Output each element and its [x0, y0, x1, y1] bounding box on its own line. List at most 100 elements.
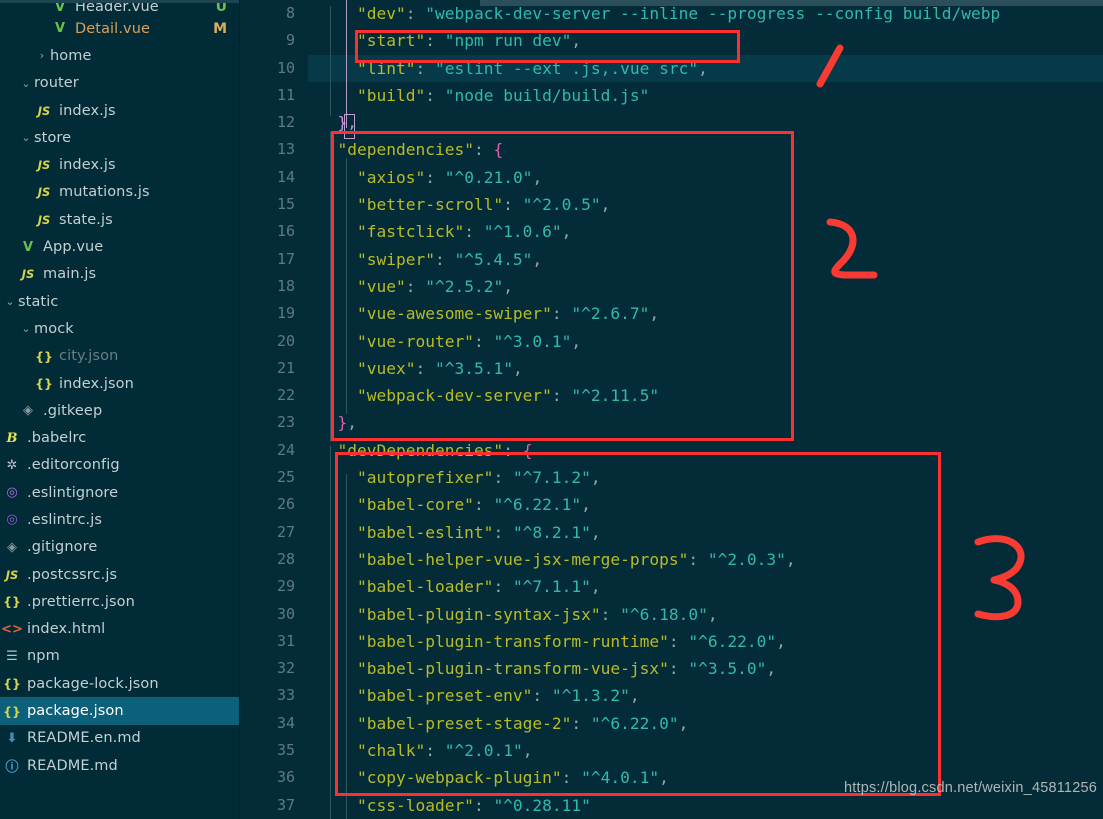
code-line[interactable]: "better-scroll": "^2.0.5",	[308, 191, 1103, 218]
code-token: "^3.0.1"	[493, 331, 572, 351]
line-number: 9	[285, 31, 295, 50]
file-tree[interactable]: V Header.vue U V Detail.vue M › home ⌄ router JS in…	[0, 0, 239, 779]
code-token: "start"	[356, 31, 426, 51]
tree-item-postcssrc-js[interactable]: JS .postcssrc.js	[0, 561, 239, 588]
code-token: :	[688, 549, 708, 569]
code-editor[interactable]: 8 9 10 11 12 13 14 15 16 17 18 19 20 21 22 23 24 25 26 27 28…	[240, 0, 1103, 819]
js-icon: JS	[37, 212, 51, 227]
tree-item-readme-en-md[interactable]: ⬇ README.en.md	[0, 725, 239, 752]
code-token: ,	[600, 195, 611, 215]
code-token: "^2.0.5"	[522, 195, 601, 215]
chevron-down-icon[interactable]: ⌄	[18, 322, 34, 335]
code-content[interactable]: "dev": "webpack-dev-server --inline --pr…	[308, 0, 1103, 819]
tree-item-index-js[interactable]: JS index.js	[0, 97, 239, 124]
tree-item-gitignore[interactable]: ◈ .gitignore	[0, 534, 239, 561]
code-line[interactable]: "start": "npm run dev",	[308, 27, 1103, 54]
tree-item-readme-md[interactable]: ⓘ README.md	[0, 752, 239, 779]
code-token: :	[425, 167, 445, 187]
tree-item-index-js[interactable]: JS index.js	[0, 151, 239, 178]
code-line[interactable]: "build": "node build/build.js"	[308, 82, 1103, 109]
code-line[interactable]: "babel-preset-env": "^1.3.2",	[308, 682, 1103, 709]
tree-item-label: index.js	[59, 157, 116, 174]
tree-item-eslintignore[interactable]: ◎ .eslintignore	[0, 479, 239, 506]
tree-item-router[interactable]: ⌄ router	[0, 70, 239, 97]
code-token: "babel-eslint"	[356, 522, 494, 542]
tree-item-label: Detail.vue	[75, 20, 151, 37]
code-line[interactable]: "lint": "eslint --ext .js,.vue src",	[308, 54, 1103, 82]
code-token: "babel-core"	[356, 495, 474, 515]
tree-item-editorconfig[interactable]: ✲ .editorconfig	[0, 452, 239, 479]
code-token: :	[434, 249, 455, 269]
code-token: "axios"	[356, 167, 426, 187]
matching-bracket-highlight	[344, 114, 355, 139]
code-token: :	[571, 713, 591, 733]
tree-item-mock[interactable]: ⌄ mock	[0, 315, 239, 342]
tree-item-store[interactable]: ⌄ store	[0, 124, 239, 151]
tree-item-label: main.js	[43, 266, 97, 283]
tree-item-npm[interactable]: ☰ npm	[0, 643, 239, 670]
code-line[interactable]: "swiper": "^5.4.5",	[308, 246, 1103, 273]
code-line[interactable]: "vuex": "^3.5.1",	[308, 355, 1103, 382]
tree-item-package-json[interactable]: {} package.json	[0, 697, 239, 725]
code-line[interactable]: "webpack-dev-server": "^2.11.5"	[308, 382, 1103, 409]
code-line[interactable]: "chalk": "^2.0.1",	[308, 737, 1103, 764]
chevron-right-icon[interactable]: ›	[34, 49, 50, 62]
code-line[interactable]: "babel-preset-stage-2": "^6.22.0",	[308, 710, 1103, 737]
code-line[interactable]: "babel-plugin-transform-vue-jsx": "^3.5.…	[308, 655, 1103, 682]
tree-item-state-js[interactable]: JS state.js	[0, 206, 239, 233]
tree-item-babelrc[interactable]: B .babelrc	[0, 424, 239, 451]
code-line[interactable]: "devDependencies": {	[308, 437, 1103, 464]
tree-item-detail-vue[interactable]: V Detail.vue M	[0, 15, 239, 42]
code-token: {	[493, 140, 504, 160]
code-token: ,	[503, 276, 513, 296]
code-token: "node build/build.js"	[444, 85, 650, 105]
tree-item-label: router	[34, 75, 79, 92]
chevron-down-icon[interactable]: ⌄	[18, 131, 34, 144]
code-line[interactable]: "dependencies": {	[308, 136, 1103, 163]
tree-item-label: mock	[34, 320, 74, 337]
tree-item-label: .prettierrc.json	[27, 593, 135, 610]
code-token: ,	[571, 31, 582, 51]
code-token: "better-scroll"	[356, 195, 504, 215]
code-line[interactable]: "vue-router": "^3.0.1",	[308, 328, 1103, 355]
tree-item-city-json[interactable]: {} city.json	[0, 343, 239, 370]
js-icon: JS	[37, 185, 51, 200]
code-token: ,	[561, 222, 572, 242]
code-token: "^2.0.3"	[707, 549, 786, 569]
code-line[interactable]: "autoprefixer": "^7.1.2",	[308, 464, 1103, 491]
tree-item-app-vue[interactable]: V App.vue	[0, 233, 239, 260]
tree-item-index-json[interactable]: {} index.json	[0, 370, 239, 397]
code-token: ,	[590, 468, 601, 488]
code-line[interactable]: "axios": "^0.21.0",	[308, 164, 1103, 191]
code-line[interactable]: "babel-core": "^6.22.1",	[308, 491, 1103, 518]
chevron-down-icon[interactable]: ⌄	[2, 295, 18, 308]
chevron-down-icon[interactable]: ⌄	[18, 77, 34, 90]
file-explorer-sidebar[interactable]: V Header.vue U V Detail.vue M › home ⌄ router JS in…	[0, 0, 240, 819]
code-line[interactable]: "vue-awesome-swiper": "^2.6.7",	[308, 300, 1103, 327]
code-line[interactable]: },	[308, 109, 1103, 136]
tree-item-prettierrc-json[interactable]: {} .prettierrc.json	[0, 588, 239, 615]
code-token: }	[337, 413, 348, 433]
code-token: ,	[581, 495, 591, 515]
code-line[interactable]: "vue": "^2.5.2",	[308, 273, 1103, 300]
code-line[interactable]: "fastclick": "^1.0.6",	[308, 218, 1103, 245]
tree-item-mutations-js[interactable]: JS mutations.js	[0, 179, 239, 206]
tree-item-index-html[interactable]: <> index.html	[0, 616, 239, 643]
tree-item-eslintrc-js[interactable]: ◎ .eslintrc.js	[0, 506, 239, 533]
tree-item-label: package-lock.json	[27, 675, 159, 692]
tree-item-main-js[interactable]: JS main.js	[0, 261, 239, 288]
indent-guide	[346, 158, 347, 414]
tree-item-static[interactable]: ⌄ static	[0, 288, 239, 315]
tree-item-home[interactable]: › home	[0, 42, 239, 69]
line-number: 21	[276, 358, 295, 377]
line-number: 18	[276, 276, 295, 295]
indent-guide	[330, 132, 331, 442]
code-line[interactable]: },	[308, 409, 1103, 436]
tree-item-package-lock-json[interactable]: {} package-lock.json	[0, 670, 239, 697]
tree-item-gitkeep[interactable]: ◈ .gitkeep	[0, 397, 239, 424]
line-number-gutter: 8 9 10 11 12 13 14 15 16 17 18 19 20 21 22 23 24 25 26 27 28…	[240, 0, 308, 819]
